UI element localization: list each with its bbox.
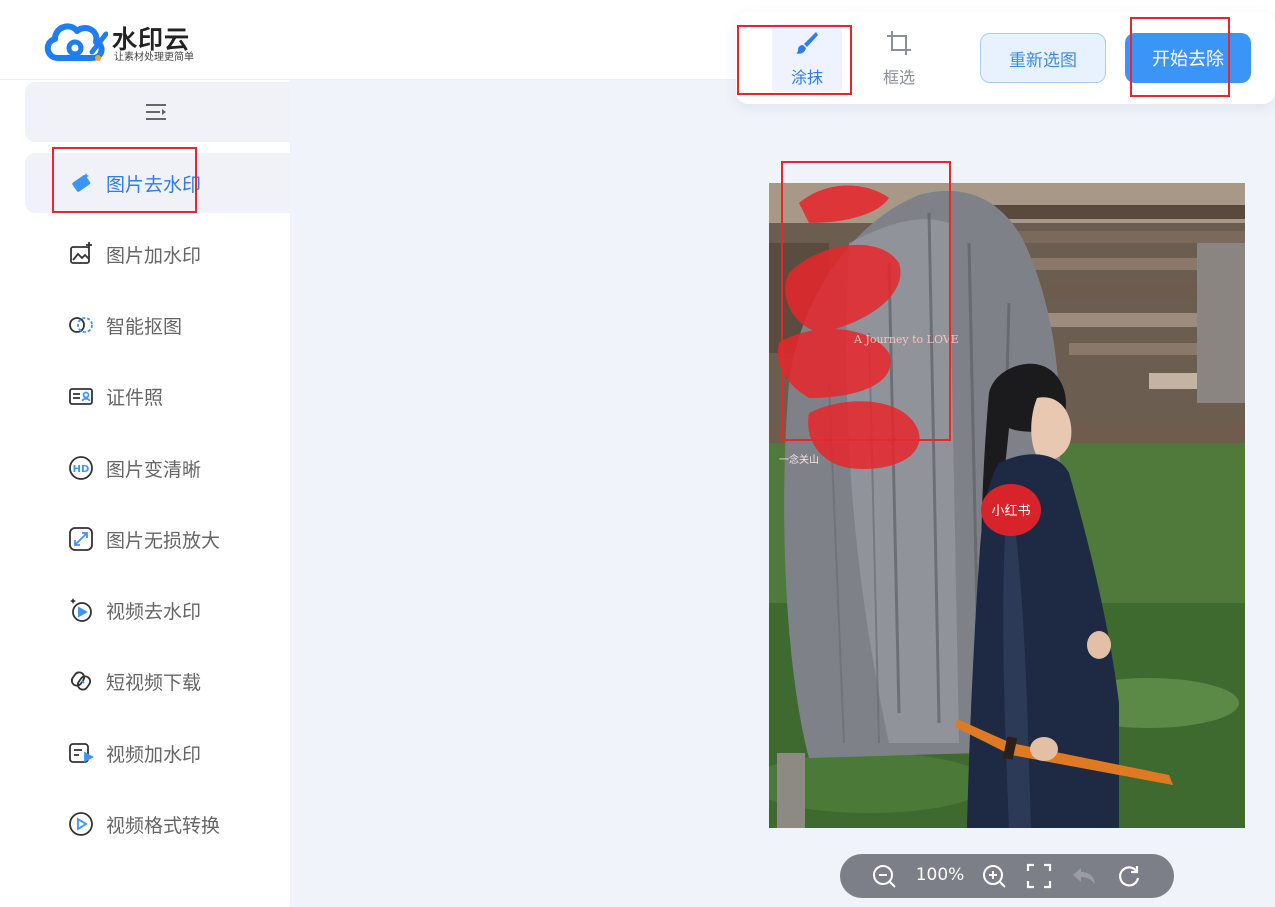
zoom-out-icon[interactable] bbox=[871, 863, 897, 889]
start-remove-button[interactable]: 开始去除 bbox=[1125, 33, 1251, 83]
sidebar-item-label: 智能抠图 bbox=[106, 315, 183, 338]
photo-preview[interactable]: A Journey to LOVE 一念关山 小红书 bbox=[769, 183, 1245, 828]
image-add-icon bbox=[67, 240, 95, 268]
sidebar-item-image-watermark-add[interactable]: 图片加水印 bbox=[25, 224, 290, 284]
sidebar-item-label: 视频格式转换 bbox=[106, 814, 221, 837]
crop-tool-button[interactable]: 框选 bbox=[864, 24, 934, 92]
sidebar-item-label: 视频加水印 bbox=[106, 743, 202, 766]
undo-icon[interactable] bbox=[1071, 863, 1097, 889]
sidebar: 图片去水印 图片加水印 智能抠图 证件照 HD 图片变清晰 图片无损放大 视频去… bbox=[0, 80, 290, 907]
cloud-logo-icon bbox=[44, 23, 108, 61]
id-card-icon bbox=[67, 382, 95, 410]
app-root: 水印云 让素材处理更简单 图片去水印 图片加水印 智能抠图 证件照 HD 图片变… bbox=[0, 0, 1275, 907]
sidebar-collapse-button[interactable] bbox=[25, 82, 290, 142]
sidebar-item-label: 图片变清晰 bbox=[106, 458, 202, 481]
uploaded-image[interactable]: A Journey to LOVE 一念关山 小红书 bbox=[769, 183, 1245, 828]
editor-toolbar: 涂抹 框选 重新选图 开始去除 bbox=[736, 12, 1275, 104]
enlarge-icon bbox=[67, 525, 95, 553]
menu-collapse-icon bbox=[146, 104, 166, 120]
sidebar-item-label: 图片去水印 bbox=[106, 173, 202, 196]
image-title: 一念关山 bbox=[779, 453, 819, 466]
sidebar-item-label: 图片加水印 bbox=[106, 244, 202, 267]
sidebar-item-label: 短视频下载 bbox=[106, 671, 202, 694]
reset-icon[interactable] bbox=[1116, 863, 1142, 889]
app-tagline: 让素材处理更简单 bbox=[114, 52, 194, 63]
cutout-icon bbox=[67, 311, 95, 339]
sidebar-item-video-watermark-remove[interactable]: 视频去水印 bbox=[25, 580, 290, 640]
sidebar-item-video-format-convert[interactable]: 视频格式转换 bbox=[25, 794, 290, 854]
crop-icon bbox=[864, 24, 934, 56]
sidebar-item-image-enlarge[interactable]: 图片无损放大 bbox=[25, 509, 290, 569]
svg-text:HD: HD bbox=[73, 464, 90, 475]
sidebar-item-label: 图片无损放大 bbox=[106, 529, 221, 552]
video-add-icon bbox=[67, 739, 95, 767]
fullscreen-icon[interactable] bbox=[1026, 863, 1052, 889]
video-remove-icon bbox=[67, 596, 95, 624]
reselect-image-button[interactable]: 重新选图 bbox=[980, 33, 1106, 83]
sidebar-item-id-photo[interactable]: 证件照 bbox=[25, 366, 290, 426]
brush-tool-button[interactable]: 涂抹 bbox=[772, 24, 842, 92]
play-circle-icon bbox=[67, 810, 95, 838]
brush-tool-label: 涂抹 bbox=[790, 68, 823, 87]
image-subtitle: A Journey to LOVE bbox=[853, 333, 959, 346]
sidebar-item-image-watermark-remove[interactable]: 图片去水印 bbox=[25, 153, 290, 213]
sidebar-item-label: 证件照 bbox=[106, 386, 164, 409]
eraser-icon bbox=[67, 169, 95, 197]
sidebar-item-label: 视频去水印 bbox=[106, 600, 202, 623]
sidebar-item-short-video-download[interactable]: 短视频下载 bbox=[25, 651, 290, 711]
crop-tool-label: 框选 bbox=[882, 68, 915, 87]
zoom-bar: 100% bbox=[840, 854, 1174, 898]
logo[interactable]: 水印云 让素材处理更简单 bbox=[42, 14, 222, 66]
watermark-label: 小红书 bbox=[991, 503, 1030, 519]
zoom-in-icon[interactable] bbox=[981, 863, 1007, 889]
sidebar-item-video-watermark-add[interactable]: 视频加水印 bbox=[25, 723, 290, 783]
zoom-level: 100% bbox=[915, 865, 965, 885]
brush-icon bbox=[772, 24, 842, 56]
hd-icon: HD bbox=[67, 454, 95, 482]
sidebar-item-smart-cutout[interactable]: 智能抠图 bbox=[25, 295, 290, 355]
download-link-icon bbox=[67, 667, 95, 695]
sidebar-item-image-sharpen[interactable]: HD 图片变清晰 bbox=[25, 438, 290, 498]
